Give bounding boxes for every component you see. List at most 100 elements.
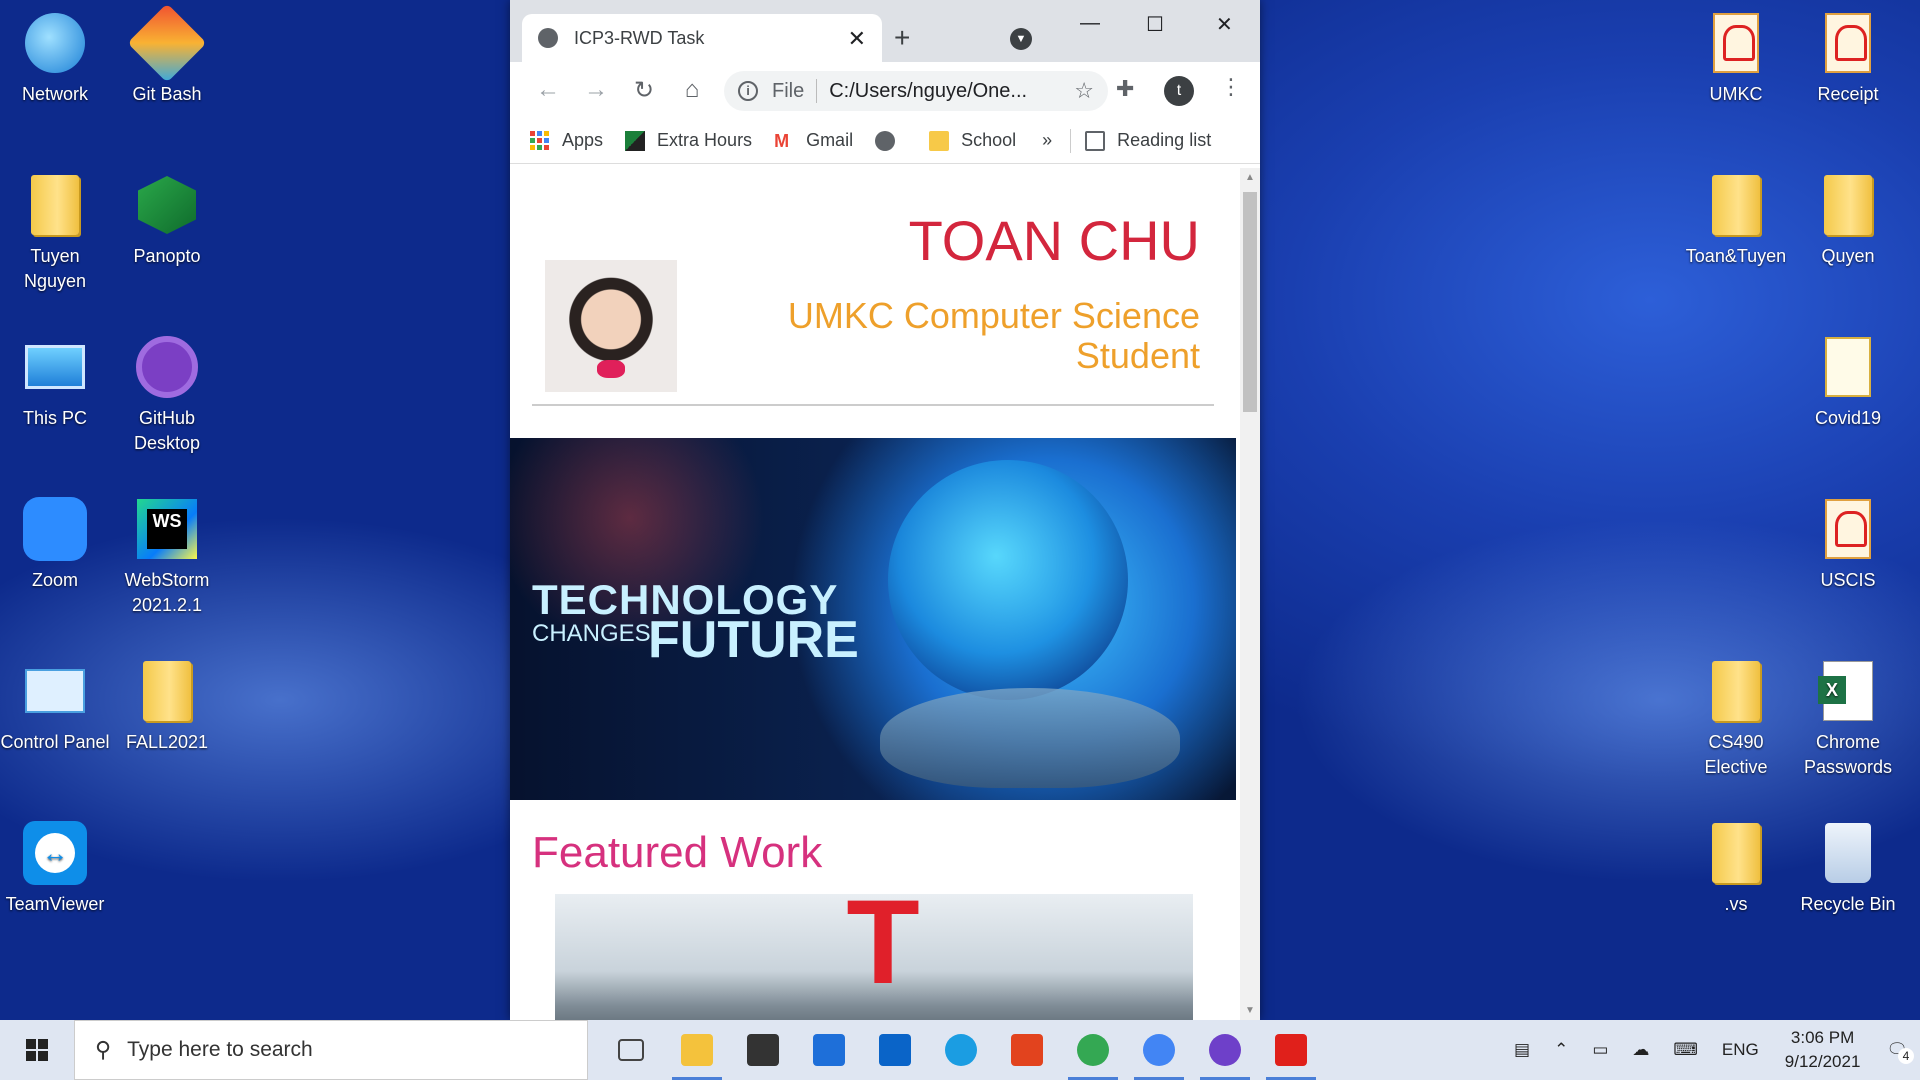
recycle-bin-icon — [1813, 818, 1883, 888]
notification-center-icon[interactable]: 🗨 4 — [1886, 1040, 1914, 1064]
chevron-up-icon[interactable]: ⌃ — [1554, 1040, 1568, 1060]
task-view-icon — [618, 1039, 644, 1061]
taskbar-github-desktop-button[interactable] — [1192, 1020, 1258, 1080]
tab-search-button[interactable]: ▼ — [1010, 28, 1032, 50]
desktop-icon-network[interactable]: Network — [0, 8, 110, 107]
taskbar-office-button[interactable] — [994, 1020, 1060, 1080]
close-window-button[interactable]: ✕ — [1216, 12, 1233, 37]
chrome-window: ICP3-RWD Task ✕ + ▼ — ☐ ✕ ← → ↻ ⌂ i File… — [510, 0, 1260, 1020]
taskbar-mail-button[interactable] — [796, 1020, 862, 1080]
taskbar: ⚲ Type here to search ▤ ⌃ ▭ ☁ ⌨ ENG 3:06… — [0, 1020, 1920, 1080]
desktop-icon-quyen[interactable]: Quyen — [1793, 170, 1903, 269]
desktop-icon-uscis[interactable]: USCIS — [1793, 494, 1903, 593]
bookmark-apps[interactable]: Apps — [530, 130, 603, 151]
bookmark-gmail[interactable]: M Gmail — [774, 130, 853, 151]
desktop-icon-label: Covid19 — [1814, 408, 1882, 428]
title-bar: ICP3-RWD Task ✕ + ▼ — ☐ ✕ — [510, 0, 1260, 62]
bookmark-school[interactable]: School — [929, 130, 1016, 151]
desktop-icon-teamviewer[interactable]: ↔ TeamViewer — [0, 818, 110, 917]
home-button[interactable]: ⌂ — [668, 76, 716, 104]
vertical-scrollbar[interactable]: ▲ ▼ — [1240, 168, 1260, 1020]
taskbar-outlook-button[interactable] — [862, 1020, 928, 1080]
new-tab-button[interactable]: + — [894, 22, 910, 54]
divider — [532, 404, 1214, 406]
start-button[interactable] — [0, 1020, 74, 1080]
desktop-icon-label: Toan&Tuyen — [1685, 246, 1787, 266]
desktop-icon-fall2021[interactable]: FALL2021 — [112, 656, 222, 755]
desktop-icon-git-bash[interactable]: Git Bash — [112, 3, 222, 107]
desktop-icon-cs490-elective[interactable]: CS490 Elective — [1681, 656, 1791, 780]
reload-button[interactable]: ↻ — [620, 76, 668, 105]
taskbar-microsoft-store-button[interactable] — [730, 1020, 796, 1080]
desktop-icon-chrome-passwords[interactable]: X Chrome Passwords — [1793, 656, 1903, 780]
scroll-down-arrow[interactable]: ▼ — [1245, 1005, 1255, 1016]
reading-list-button[interactable]: Reading list — [1085, 130, 1211, 151]
desktop-icon--vs[interactable]: .vs — [1681, 818, 1791, 917]
onedrive-icon[interactable]: ☁ — [1632, 1040, 1649, 1060]
search-icon: ⚲ — [95, 1037, 112, 1062]
bookmark-label: Gmail — [806, 130, 854, 150]
desktop-icon-control-panel[interactable]: Control Panel — [0, 656, 110, 755]
minimize-button[interactable]: — — [1080, 12, 1100, 35]
desktop-icon-tuyen-nguyen[interactable]: Tuyen Nguyen — [0, 170, 110, 294]
teamviewer-icon: ↔ — [20, 818, 90, 888]
desktop-icon-github-desktop[interactable]: GitHub Desktop — [112, 332, 222, 456]
desktop-icon-this-pc[interactable]: This PC — [0, 332, 110, 431]
microsoft-store-icon — [747, 1034, 779, 1066]
office-icon — [1011, 1034, 1043, 1066]
desktop-icon-receipt[interactable]: Receipt — [1793, 8, 1903, 107]
desktop-icon-zoom[interactable]: Zoom — [0, 494, 110, 593]
system-tray: ▤ ⌃ ▭ ☁ ⌨ ENG 3:06 PM 9/12/2021 🗨 4 — [1502, 1020, 1920, 1080]
close-tab-icon[interactable]: ✕ — [848, 26, 866, 52]
github-icon — [132, 332, 202, 402]
clock[interactable]: 3:06 PM 9/12/2021 — [1785, 1026, 1861, 1074]
taskbar-chrome-profile-button[interactable] — [1126, 1020, 1192, 1080]
taskbar-search[interactable]: ⚲ Type here to search — [74, 1020, 588, 1080]
desktop-icon-label: Tuyen Nguyen — [23, 246, 87, 291]
hero-banner: TECHNOLOGY CHANGES FUTURE — [510, 438, 1236, 800]
taskbar-chrome-button[interactable] — [1060, 1020, 1126, 1080]
taskbar-task-view-button[interactable] — [598, 1020, 664, 1080]
desktop-icon-label: Network — [21, 84, 88, 104]
menu-icon[interactable]: ⋮ — [1220, 74, 1242, 100]
bookmark-globe[interactable] — [875, 130, 907, 151]
desktop-icon-panopto[interactable]: Panopto — [112, 170, 222, 269]
battery-icon[interactable]: ▭ — [1592, 1040, 1608, 1060]
bookmark-extra-hours[interactable]: Extra Hours — [625, 130, 752, 151]
language-indicator[interactable]: ENG — [1722, 1040, 1759, 1060]
desktop-icon-toan-tuyen[interactable]: Toan&Tuyen — [1681, 170, 1791, 269]
extra-hours-icon — [625, 130, 646, 151]
bookmark-star-icon[interactable]: ☆ — [1074, 78, 1094, 104]
back-button[interactable]: ← — [524, 76, 572, 104]
forward-button[interactable]: → — [572, 76, 620, 104]
taskbar-file-explorer-button[interactable] — [664, 1020, 730, 1080]
desktop-icon-label: USCIS — [1820, 570, 1876, 590]
desktop-icon-covid19[interactable]: Covid19 — [1793, 332, 1903, 431]
maximize-button[interactable]: ☐ — [1146, 12, 1164, 37]
taskbar-edge-button[interactable] — [928, 1020, 994, 1080]
reading-list-label: Reading list — [1117, 130, 1212, 150]
url-scheme: File — [772, 79, 805, 102]
extensions-icon[interactable]: ✚ — [1116, 76, 1134, 102]
desktop-icon-webstorm-2021-2-1[interactable]: WS WebStorm 2021.2.1 — [112, 494, 222, 618]
desktop-icon-recycle-bin[interactable]: Recycle Bin — [1793, 818, 1903, 917]
bookmarks-overflow-button[interactable]: » — [1042, 130, 1052, 151]
bookmark-label: Apps — [562, 130, 604, 150]
tesla-logo: T — [846, 875, 920, 1009]
news-icon[interactable]: ▤ — [1514, 1040, 1530, 1060]
pdf-icon — [1813, 8, 1883, 78]
profile-avatar[interactable]: t — [1164, 76, 1194, 106]
desktop-icon-label: Zoom — [31, 570, 78, 590]
pdf-icon — [1701, 8, 1771, 78]
address-bar[interactable]: i File C:/Users/nguye/One... ☆ — [724, 71, 1108, 111]
scroll-up-arrow[interactable]: ▲ — [1245, 172, 1255, 183]
taskbar-acrobat-button[interactable] — [1258, 1020, 1324, 1080]
desktop-icon-umkc[interactable]: UMKC — [1681, 8, 1791, 107]
desktop-icon-label: UMKC — [1709, 84, 1763, 104]
webstorm-icon: WS — [132, 494, 202, 564]
keyboard-icon[interactable]: ⌨ — [1673, 1040, 1698, 1060]
tab-icp3[interactable]: ICP3-RWD Task ✕ — [522, 14, 882, 62]
info-icon[interactable]: i — [738, 81, 758, 101]
page-viewport[interactable]: TOAN CHU UMKC Computer Science Student T… — [510, 168, 1260, 1020]
scrollbar-thumb[interactable] — [1243, 192, 1257, 412]
